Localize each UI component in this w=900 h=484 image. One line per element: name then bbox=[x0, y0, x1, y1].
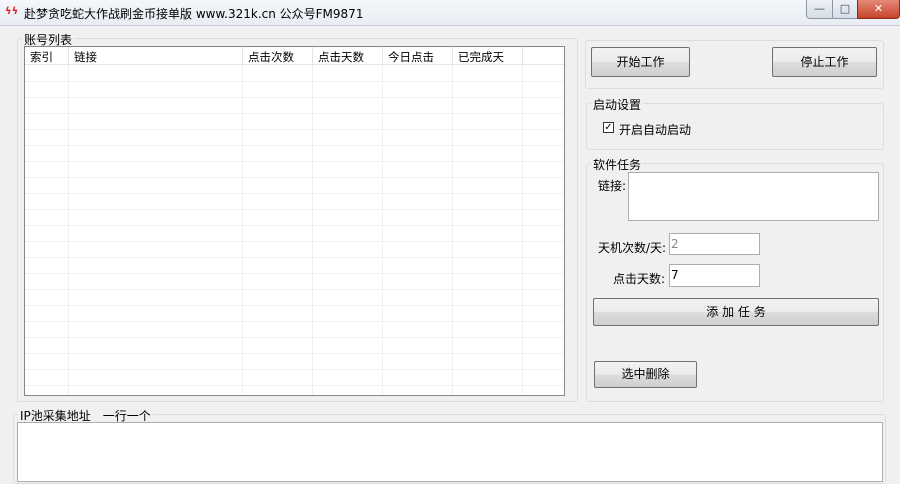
link-textarea[interactable] bbox=[628, 172, 879, 221]
click-days-input[interactable]: 7 bbox=[669, 264, 760, 287]
row-gridline bbox=[25, 321, 564, 322]
autostart-label: 开启自动启动 bbox=[619, 123, 692, 137]
startup-group-label: 启动设置 bbox=[591, 96, 644, 113]
link-label: 链接: bbox=[598, 179, 627, 193]
row-gridline bbox=[25, 97, 564, 98]
column-header-clicks[interactable]: 点击次数 bbox=[243, 47, 313, 65]
column-divider bbox=[242, 65, 243, 395]
row-gridline bbox=[25, 273, 564, 274]
column-header-index[interactable]: 索引 bbox=[25, 47, 69, 65]
row-gridline bbox=[25, 305, 564, 306]
row-gridline bbox=[25, 257, 564, 258]
stop-button[interactable]: 停止工作 bbox=[772, 47, 877, 77]
column-header-days[interactable]: 点击天数 bbox=[313, 47, 383, 65]
column-divider bbox=[68, 65, 69, 395]
row-gridline bbox=[25, 81, 564, 82]
column-divider bbox=[522, 65, 523, 395]
row-gridline bbox=[25, 337, 564, 338]
daily-count-label: 天机次数/天: bbox=[598, 241, 667, 255]
title-bar: ϟϟ 赴梦贪吃蛇大作战刷金币接单版 www.321k.cn 公众号FM9871 … bbox=[0, 0, 900, 26]
column-divider bbox=[452, 65, 453, 395]
start-button[interactable]: 开始工作 bbox=[591, 47, 690, 77]
app-icon: ϟϟ bbox=[5, 6, 19, 17]
row-gridline bbox=[25, 353, 564, 354]
row-gridline bbox=[25, 241, 564, 242]
task-group-label: 软件任务 bbox=[591, 156, 644, 173]
row-gridline bbox=[25, 369, 564, 370]
column-header-filler bbox=[523, 47, 564, 65]
daily-count-input[interactable]: 2 bbox=[669, 233, 760, 255]
maximize-button[interactable]: □ bbox=[832, 0, 858, 19]
row-gridline bbox=[25, 225, 564, 226]
row-gridline bbox=[25, 193, 564, 194]
add-task-button[interactable]: 添 加 任 务 bbox=[593, 298, 879, 326]
row-gridline bbox=[25, 385, 564, 386]
accounts-list[interactable]: 索引 链接 点击次数 点击天数 今日点击 已完成天 bbox=[24, 46, 565, 396]
close-button[interactable]: ✕ bbox=[857, 0, 900, 19]
row-gridline bbox=[25, 113, 564, 114]
row-gridline bbox=[25, 177, 564, 178]
ip-pool-textarea[interactable] bbox=[17, 422, 883, 482]
column-header-done-days[interactable]: 已完成天 bbox=[453, 47, 523, 65]
minimize-button[interactable]: — bbox=[806, 0, 833, 19]
row-gridline bbox=[25, 209, 564, 210]
window-title: 赴梦贪吃蛇大作战刷金币接单版 www.321k.cn 公众号FM9871 bbox=[24, 7, 364, 21]
delete-selected-button[interactable]: 选中删除 bbox=[594, 361, 697, 388]
row-gridline bbox=[25, 289, 564, 290]
row-gridline bbox=[25, 129, 564, 130]
column-divider bbox=[312, 65, 313, 395]
column-header-link[interactable]: 链接 bbox=[69, 47, 243, 65]
autostart-checkbox[interactable]: ✓ bbox=[603, 122, 614, 133]
column-header-today[interactable]: 今日点击 bbox=[383, 47, 453, 65]
click-days-label: 点击天数: bbox=[613, 272, 666, 286]
row-gridline bbox=[25, 161, 564, 162]
row-gridline bbox=[25, 145, 564, 146]
column-divider bbox=[382, 65, 383, 395]
